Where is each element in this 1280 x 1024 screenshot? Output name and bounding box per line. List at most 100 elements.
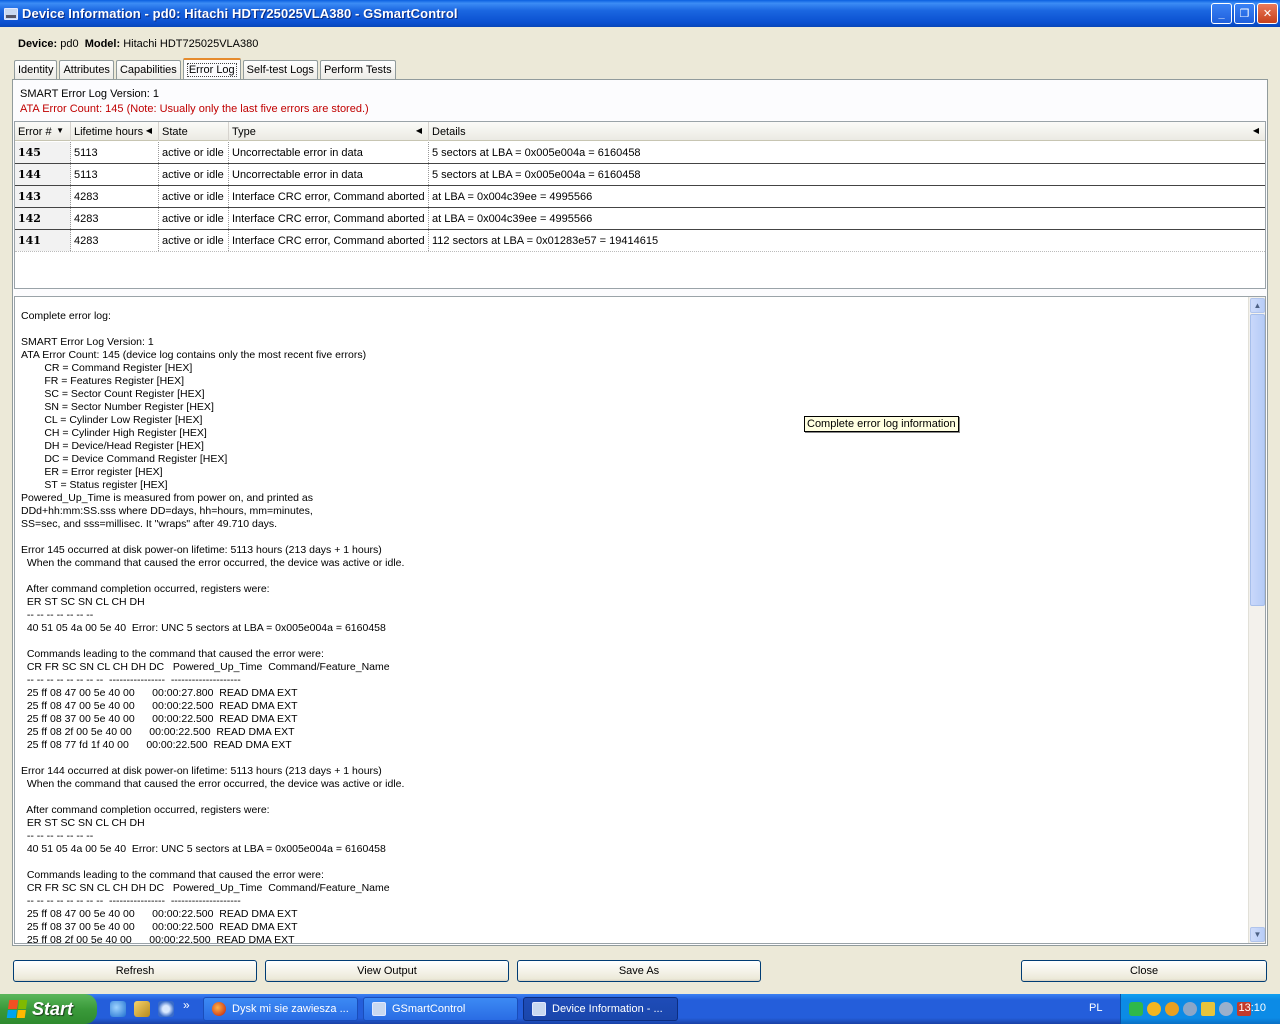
scroll-down-button[interactable]: ▼ [1250,927,1265,942]
tray-app-icon[interactable] [1219,1002,1233,1016]
task-device-information[interactable]: Device Information - ... [523,997,678,1021]
view-output-button[interactable]: View Output [265,960,509,982]
complete-error-log-view[interactable]: Complete error log: SMART Error Log Vers… [14,296,1266,944]
tab-self-test-logs[interactable]: Self-test Logs [242,60,318,79]
language-indicator[interactable]: PL [1089,1002,1102,1014]
sort-indicator-icon: ◀ [145,126,152,135]
close-icon: ✕ [1262,8,1273,20]
vertical-scrollbar[interactable]: ▲ ▼ [1248,297,1265,943]
internet-explorer-icon[interactable] [110,1001,126,1017]
complete-error-log-text: Complete error log: SMART Error Log Vers… [21,310,405,944]
cell-hours: 5113 [71,164,159,185]
minimize-icon: _ [1218,7,1225,20]
column-header-type[interactable]: Type ◀ [229,122,429,141]
table-row[interactable]: 144 5113 active or idle Uncorrectable er… [15,164,1265,186]
refresh-button[interactable]: Refresh [13,960,257,982]
quicklaunch-more-icon[interactable]: » [183,998,190,1012]
shield-icon[interactable] [1201,1002,1215,1016]
device-info-line: Device: pd0 Model: Hitachi HDT725025VLA3… [18,38,258,50]
tray-app-icon[interactable] [1183,1002,1197,1016]
tab-capabilities[interactable]: Capabilities [115,60,181,79]
maximize-button[interactable]: ❐ [1234,3,1255,24]
chevron-up-icon: ▲ [1253,301,1262,310]
cell-hours: 4283 [71,186,159,207]
column-header-state[interactable]: State [159,122,229,141]
cell-state: active or idle [159,164,229,185]
tab-label: Attributes [63,64,110,76]
start-button[interactable]: Start [0,994,97,1024]
column-header-details[interactable]: Details ◀ [429,122,1265,141]
table-row[interactable]: 142 4283 active or idle Interface CRC er… [15,208,1265,230]
close-window-button[interactable]: ✕ [1257,3,1278,24]
model-value: Hitachi HDT725025VLA380 [123,38,259,50]
button-label: Save As [618,965,660,977]
table-row[interactable]: 145 5113 active or idle Uncorrectable er… [15,142,1265,164]
task-gsmartcontrol[interactable]: GSmartControl [363,997,518,1021]
error-log-panel: SMART Error Log Version: 1 ATA Error Cou… [12,79,1268,946]
save-as-button[interactable]: Save As [517,960,761,982]
error-count-text: ATA Error Count: 145 (Note: Usually only… [20,103,369,115]
tray-app-icon[interactable] [1165,1002,1179,1016]
title-bar[interactable]: Device Information - pd0: Hitachi HDT725… [0,0,1280,27]
scroll-up-button[interactable]: ▲ [1250,298,1265,313]
cell-details: 5 sectors at LBA = 0x005e004a = 6160458 [432,168,641,181]
cell-hours: 4283 [71,230,159,251]
chevron-down-icon: ▼ [1253,930,1262,939]
sort-indicator-icon: ◀ [1252,126,1259,135]
system-tray: 13:10 [1120,994,1280,1024]
maximize-icon: ❐ [1239,8,1250,20]
cell-details: at LBA = 0x004c39ee = 4995566 [432,212,593,225]
media-player-icon[interactable] [158,1001,174,1017]
device-value: pd0 [60,38,79,50]
taskbar: Start » Dysk mi sie zawiesza ... GSmartC… [0,994,1280,1024]
sort-indicator-icon: ◀ [415,126,422,135]
app-icon [4,7,18,20]
device-label: Device: [18,38,58,50]
task-label: GSmartControl [392,1003,466,1015]
table-row[interactable]: 143 4283 active or idle Interface CRC er… [15,186,1265,208]
start-label: Start [32,998,74,1019]
tray-app-icon[interactable] [1147,1002,1161,1016]
cell-state: active or idle [159,208,229,229]
cell-type: Uncorrectable error in data [229,164,429,185]
column-header-lifetime-hours[interactable]: Lifetime hours ◀ [71,122,159,141]
cell-state: active or idle [159,142,229,163]
tab-bar: Identity Attributes Capabilities Error L… [14,58,398,79]
cell-type: Interface CRC error, Command aborted [229,186,429,207]
log-version-text: SMART Error Log Version: 1 [20,88,159,100]
tab-error-log[interactable]: Error Log [182,58,241,79]
cell-type: Interface CRC error, Command aborted [229,208,429,229]
quicklaunch-app-icon[interactable] [134,1001,150,1017]
close-button[interactable]: Close [1021,960,1267,982]
model-label: Model: [84,38,121,50]
tab-attributes[interactable]: Attributes [59,60,114,79]
cell-error-num: 145 [15,142,71,163]
cell-type: Uncorrectable error in data [229,142,429,163]
table-header: Error # ▼ Lifetime hours ◀ State Type ◀ Det… [15,122,1265,141]
tab-label: Perform Tests [323,64,392,76]
firefox-icon [212,1002,226,1016]
tab-perform-tests[interactable]: Perform Tests [319,60,396,79]
tooltip: Complete error log information [804,416,959,432]
error-table[interactable]: Error # ▼ Lifetime hours ◀ State Type ◀ Det… [14,121,1266,289]
cell-details: 5 sectors at LBA = 0x005e004a = 6160458 [432,146,641,159]
tab-identity[interactable]: Identity [14,60,58,79]
sort-down-icon: ▼ [56,126,64,135]
cell-error-num: 142 [15,208,71,229]
minimize-button[interactable]: _ [1211,3,1232,24]
cell-error-num: 144 [15,164,71,185]
tab-label: Self-test Logs [246,64,314,76]
tab-label: Identity [18,64,54,76]
task-firefox[interactable]: Dysk mi sie zawiesza ... [203,997,358,1021]
cell-error-num: 141 [15,230,71,251]
windows-logo-icon [6,1000,28,1018]
cell-hours: 5113 [71,142,159,163]
tab-label: Error Log [186,62,237,77]
task-label: Device Information - ... [552,1003,663,1015]
network-icon[interactable] [1129,1002,1143,1016]
column-header-error-num[interactable]: Error # ▼ [15,122,71,141]
cell-state: active or idle [159,230,229,251]
table-row[interactable]: 141 4283 active or idle Interface CRC er… [15,230,1265,252]
scroll-thumb[interactable] [1250,314,1265,606]
cell-hours: 4283 [71,208,159,229]
